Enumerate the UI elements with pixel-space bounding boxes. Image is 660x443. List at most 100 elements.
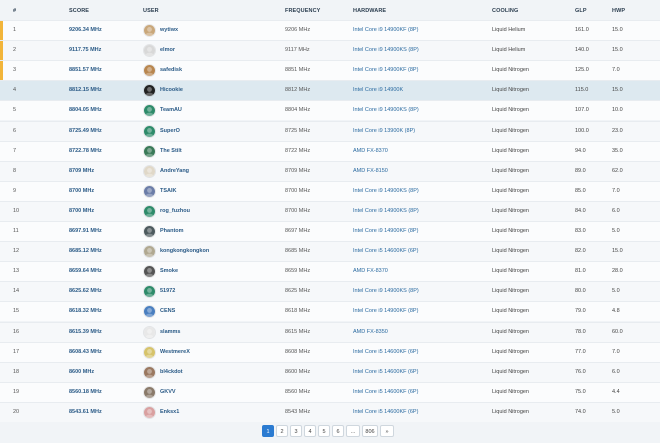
user-avatar[interactable]: [143, 225, 156, 238]
hardware-link[interactable]: AMD FX-8370: [353, 148, 388, 154]
table-row[interactable]: 7 8722.78 MHz The Stilt 8722 MHz AMD FX-8370…: [0, 140, 660, 161]
col-user[interactable]: USER: [143, 8, 159, 14]
hardware-link[interactable]: Intel Core i9 14900KS (8P): [353, 188, 419, 194]
user-avatar[interactable]: [143, 305, 156, 319]
username-link[interactable]: rog_fuzhou: [160, 208, 190, 214]
score-link[interactable]: 8697.91 MHz: [69, 228, 102, 234]
score-link[interactable]: 8722.78 MHz: [69, 148, 102, 154]
table-row[interactable]: 14 8625.62 MHz 51972 8625 MHz Intel Core i9 …: [0, 281, 660, 302]
username-link[interactable]: Enksx1: [160, 409, 179, 415]
username-link[interactable]: kongkongkongkon: [160, 248, 209, 254]
hardware-link[interactable]: Intel Core i9 14900KS (8P): [353, 107, 419, 113]
user-avatar[interactable]: [143, 124, 156, 138]
score-link[interactable]: 8812.15 MHz: [69, 87, 102, 93]
username-link[interactable]: TeamAU: [160, 107, 182, 113]
user-avatar[interactable]: [143, 365, 156, 379]
table-row[interactable]: 8 8709 MHz AndreYang 8709 MHz AMD FX-8150 Liq…: [0, 160, 660, 181]
score-link[interactable]: 8685.12 MHz: [69, 248, 102, 254]
user-avatar[interactable]: [143, 184, 156, 198]
hardware-link[interactable]: Intel Core i5 14600KF (6P): [353, 369, 418, 375]
score-link[interactable]: 8625.62 MHz: [69, 288, 102, 294]
col-score[interactable]: SCORE: [69, 8, 89, 14]
score-link[interactable]: 8618.32 MHz: [69, 308, 102, 314]
page-button[interactable]: 4: [304, 425, 316, 437]
user-avatar[interactable]: [143, 204, 156, 218]
score-link[interactable]: 8600 MHz: [69, 369, 94, 375]
user-avatar[interactable]: [143, 64, 156, 78]
user-avatar[interactable]: [143, 285, 156, 299]
username-link[interactable]: TSAIK: [160, 188, 177, 194]
username-link[interactable]: GKVV: [160, 389, 176, 395]
user-avatar[interactable]: [143, 405, 156, 419]
table-row[interactable]: 4 8812.15 MHz Hicookie 8812 MHz Intel Core i…: [0, 80, 660, 101]
next-page-button[interactable]: »: [380, 425, 394, 437]
table-row[interactable]: 20 8543.61 MHz Enksx1 8543 MHz Intel Core i5…: [0, 401, 660, 422]
hardware-link[interactable]: Intel Core i5 14600KF (6P): [353, 349, 418, 355]
username-link[interactable]: The Stilt: [160, 148, 182, 154]
col-rank[interactable]: #: [13, 8, 16, 14]
table-row[interactable]: 6 8725.49 MHz SuperO 8725 MHz Intel Core i9 …: [0, 120, 660, 141]
username-link[interactable]: Hicookie: [160, 87, 183, 93]
score-link[interactable]: 8851.57 MHz: [69, 67, 102, 73]
user-avatar[interactable]: [143, 345, 156, 359]
page-button[interactable]: 5: [318, 425, 330, 437]
page-button[interactable]: 6: [332, 425, 344, 437]
hardware-link[interactable]: Intel Core i9 14900KF (8P): [353, 67, 418, 73]
user-avatar[interactable]: [143, 24, 156, 37]
username-link[interactable]: wytiwx: [160, 27, 178, 33]
score-link[interactable]: 8725.49 MHz: [69, 128, 102, 134]
table-row[interactable]: 1 9206.34 MHz wytiwx 9206 MHz Intel Core i9 …: [0, 20, 660, 40]
hardware-link[interactable]: Intel Core i9 14900KF (8P): [353, 27, 418, 33]
hardware-link[interactable]: AMD FX-8150: [353, 168, 388, 174]
score-link[interactable]: 8700 MHz: [69, 208, 94, 214]
table-row[interactable]: 15 8618.32 MHz CENS 8618 MHz Intel Core i9 1…: [0, 301, 660, 322]
page-button[interactable]: 2: [276, 425, 288, 437]
hardware-link[interactable]: AMD FX-8370: [353, 268, 388, 274]
table-row[interactable]: 10 8700 MHz rog_fuzhou 8700 MHz Intel Core i…: [0, 200, 660, 221]
username-link[interactable]: slamms: [160, 329, 181, 335]
username-link[interactable]: WestmereX: [160, 349, 190, 355]
username-link[interactable]: SuperO: [160, 128, 180, 134]
score-link[interactable]: 8804.05 MHz: [69, 107, 102, 113]
hardware-link[interactable]: Intel Core i9 14900KF (8P): [353, 308, 418, 314]
user-avatar[interactable]: [143, 385, 156, 399]
hardware-link[interactable]: AMD FX-8350: [353, 329, 388, 335]
user-avatar[interactable]: [143, 265, 156, 279]
username-link[interactable]: AndreYang: [160, 168, 189, 174]
user-avatar[interactable]: [143, 164, 156, 178]
score-link[interactable]: 9206.34 MHz: [69, 27, 102, 33]
col-frequency[interactable]: FREQUENCY: [285, 8, 320, 14]
table-row[interactable]: 17 8608.43 MHz WestmereX 8608 MHz Intel Core…: [0, 341, 660, 362]
page-button[interactable]: 1: [262, 425, 274, 437]
col-hwp[interactable]: HWP: [612, 8, 625, 14]
user-avatar[interactable]: [143, 44, 156, 58]
score-link[interactable]: 8543.61 MHz: [69, 409, 102, 415]
hardware-link[interactable]: Intel Core i9 14900KS (8P): [353, 47, 419, 53]
hardware-link[interactable]: Intel Core i9 14900KS (8P): [353, 288, 419, 294]
table-row[interactable]: 9 8700 MHz TSAIK 8700 MHz Intel Core i9 1490…: [0, 180, 660, 201]
table-row[interactable]: 2 9117.75 MHz elmor 9117 MHz Intel Core i9 1…: [0, 40, 660, 61]
table-row[interactable]: 11 8697.91 MHz Phantom 8697 MHz Intel Core i…: [0, 221, 660, 241]
col-glp[interactable]: GLP: [575, 8, 587, 14]
table-row[interactable]: 13 8659.64 MHz Smoke 8659 MHz AMD FX-8370 Liq…: [0, 261, 660, 282]
username-link[interactable]: bl4ckdot: [160, 369, 183, 375]
hardware-link[interactable]: Intel Core i5 14600KF (6P): [353, 409, 418, 415]
table-row[interactable]: 16 8615.39 MHz slamms 8615 MHz AMD FX-8350 Li…: [0, 321, 660, 342]
score-link[interactable]: 9117.75 MHz: [69, 47, 101, 53]
username-link[interactable]: Smoke: [160, 268, 178, 274]
username-link[interactable]: 51972: [160, 288, 175, 294]
score-link[interactable]: 8709 MHz: [69, 168, 94, 174]
score-link[interactable]: 8659.64 MHz: [69, 268, 102, 274]
col-cooling[interactable]: COOLING: [492, 8, 518, 14]
username-link[interactable]: Phantom: [160, 228, 184, 234]
user-avatar[interactable]: [143, 325, 156, 339]
username-link[interactable]: CENS: [160, 308, 175, 314]
table-row[interactable]: 18 8600 MHz bl4ckdot 8600 MHz Intel Core i5 …: [0, 361, 660, 382]
table-row[interactable]: 5 8804.05 MHz TeamAU 8804 MHz Intel Core i9 …: [0, 100, 660, 121]
col-hardware[interactable]: HARDWARE: [353, 8, 386, 14]
page-button[interactable]: 3: [290, 425, 302, 437]
page-button[interactable]: 806: [362, 425, 378, 437]
username-link[interactable]: elmor: [160, 47, 175, 53]
table-row[interactable]: 12 8685.12 MHz kongkongkongkon 8685 MHz Inte…: [0, 241, 660, 262]
hardware-link[interactable]: Intel Core i9 13900K (8P): [353, 128, 415, 134]
